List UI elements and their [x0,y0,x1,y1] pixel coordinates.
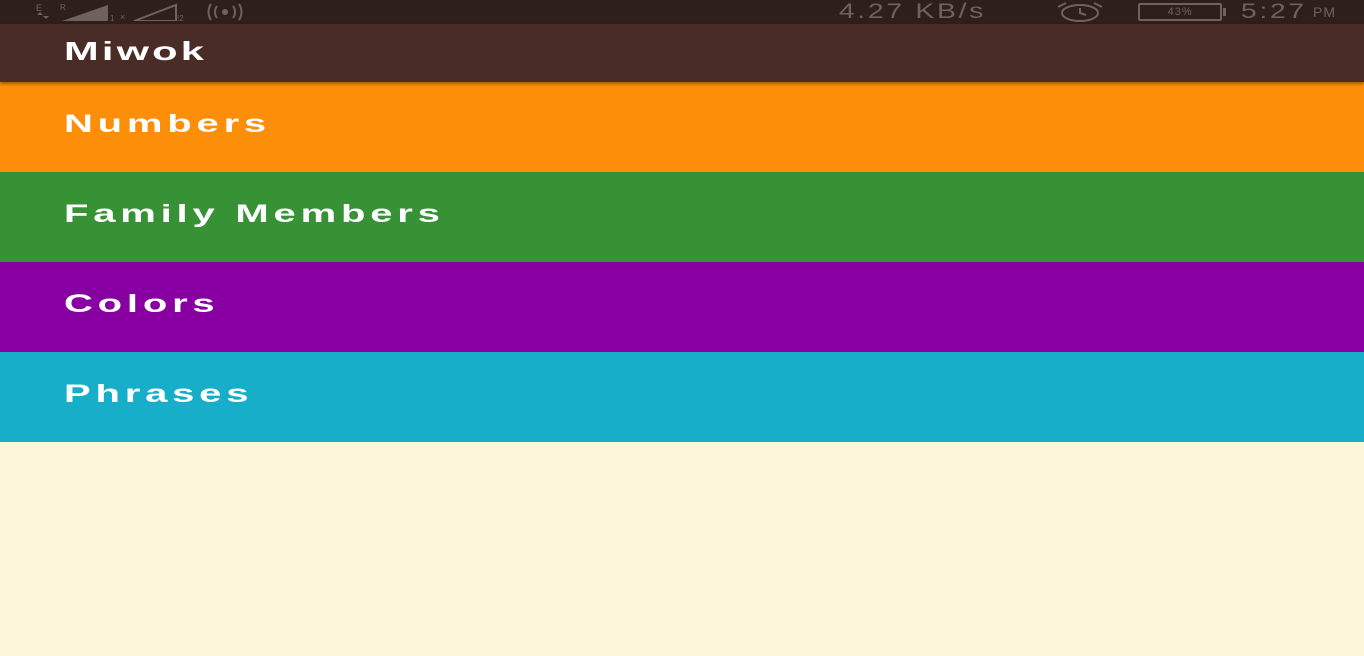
category-label: Numbers [64,110,271,138]
category-phrases[interactable]: Phrases [0,352,1364,442]
signal-icon: R 1 [60,3,114,21]
category-colors[interactable]: Colors [0,262,1364,352]
battery-icon: 43% [1138,3,1227,21]
app-bar: Miwok [0,24,1364,82]
status-icons-left: E R 1 × !2 [34,2,260,22]
network-speed: 4.27 KB/s [838,0,987,23]
category-numbers[interactable]: Numbers [0,82,1364,172]
clock-ampm: PM [1313,4,1336,20]
svg-text:!2: !2 [177,14,184,21]
signal-icon: × !2 [120,3,184,21]
hotspot-icon [207,3,243,21]
category-label: Family Members [64,200,445,228]
svg-text:R: R [60,3,66,12]
category-label: Phrases [64,380,254,408]
alarm-icon [1057,2,1103,22]
app-title: Miwok [64,36,208,66]
battery-level: 43% [1167,6,1193,18]
category-label: Colors [64,290,220,318]
svg-text:1: 1 [110,14,114,21]
status-icons-right: 4.27 KB/s 43% 5:27 PM [839,0,1336,24]
category-list: Numbers Family Members Colors Phrases [0,82,1364,442]
status-bar: E R 1 × !2 4.27 KB/s 43% 5:27 PM [0,0,1364,24]
category-family-members[interactable]: Family Members [0,172,1364,262]
svg-text:×: × [120,12,125,21]
svg-text:E: E [36,3,42,13]
clock: 5:27 [1241,0,1307,23]
data-arrows-icon: E [36,3,49,19]
